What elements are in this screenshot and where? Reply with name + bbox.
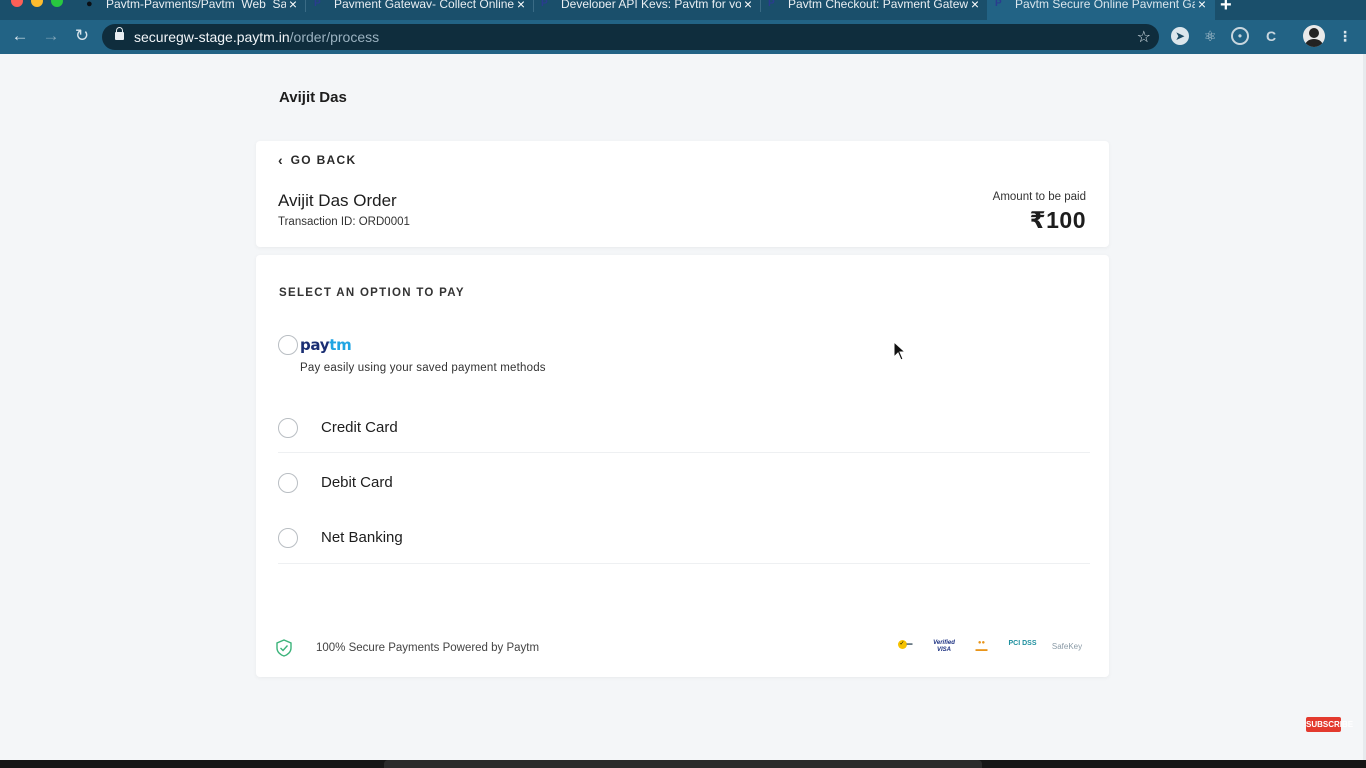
- net-banking-label: Net Banking: [321, 529, 403, 546]
- dock-shelf: [384, 760, 982, 768]
- payment-option-paytm[interactable]: [278, 335, 1090, 387]
- secure-payments-text: 100% Secure Payments Powered by Paytm: [316, 642, 540, 654]
- tab-title: Developer API Keys: Paytm for you: [561, 0, 741, 8]
- tab-title: Paytm Checkout: Payment Gateway: [788, 0, 968, 8]
- secure-shield-icon: [276, 639, 292, 657]
- back-arrow-icon[interactable]: ←: [9, 25, 31, 47]
- payment-options-heading: SELECT AN OPTION TO PAY: [279, 287, 465, 299]
- norton-badge-icon: ✓ ▬: [897, 640, 913, 649]
- url-text[interactable]: securegw-stage.paytm.in/order/process: [134, 29, 379, 45]
- payment-option-debit-card[interactable]: Debit Card: [278, 472, 1090, 504]
- minimize-window-button[interactable]: [31, 0, 43, 7]
- reload-icon[interactable]: ↻: [71, 25, 93, 47]
- amount-value: ₹100: [1029, 207, 1086, 233]
- merchant-name: Avijit Das: [279, 89, 347, 106]
- paytm-icon: P: [995, 0, 1002, 9]
- close-tab-icon[interactable]: ×: [968, 0, 982, 11]
- debit-card-radio[interactable]: [278, 473, 298, 493]
- lock-icon: [115, 27, 124, 40]
- bookmark-star-icon[interactable]: ☆: [1137, 27, 1151, 47]
- browser-tab-active[interactable]: P Paytm Secure Online Payment Gateway ×: [987, 0, 1215, 20]
- avatar[interactable]: [1303, 25, 1325, 47]
- mouse-cursor-icon: [893, 341, 907, 361]
- transaction-id: Transaction ID: ORD0001: [278, 216, 410, 228]
- payment-option-credit-card[interactable]: Credit Card: [278, 417, 1090, 449]
- net-banking-radio[interactable]: [278, 528, 298, 548]
- circle-icon[interactable]: •: [1231, 27, 1249, 45]
- os-dock: [0, 760, 1366, 768]
- forward-arrow-icon[interactable]: →: [40, 25, 62, 47]
- option-divider: [278, 563, 1090, 564]
- order-title: Avijit Das Order: [278, 191, 397, 210]
- chevron-left-icon: ‹: [278, 152, 283, 168]
- close-window-button[interactable]: [11, 0, 23, 7]
- option-divider: [278, 452, 1090, 453]
- browser-tab[interactable]: P Developer API Keys: Paytm for you ×: [533, 0, 761, 20]
- amount-label: Amount to be paid: [992, 191, 1086, 203]
- mastercard-securecode-icon: ●● ▬▬: [975, 640, 988, 653]
- credit-card-radio[interactable]: [278, 418, 298, 438]
- close-tab-icon[interactable]: ×: [741, 0, 755, 11]
- verified-by-visa-icon: Verified VISA: [933, 640, 955, 653]
- browser-tab[interactable]: P Paytm Checkout: Payment Gateway ×: [760, 0, 988, 20]
- browser-tab[interactable]: ● Paytm-Payments/Paytm_Web_Sample_Kit ×: [78, 0, 306, 20]
- paytm-description: Pay easily using your saved payment meth…: [300, 362, 546, 374]
- go-back-label: GO BACK: [290, 153, 357, 167]
- close-tab-icon[interactable]: ×: [1195, 0, 1209, 11]
- paytm-radio[interactable]: [278, 335, 298, 355]
- payment-options-card: SELECT AN OPTION TO PAY paytm Pay easily…: [256, 255, 1109, 677]
- close-tab-icon[interactable]: ×: [286, 0, 300, 11]
- paytm-icon: P: [768, 0, 775, 9]
- new-tab-button[interactable]: +: [1220, 0, 1232, 17]
- url-host: securegw-stage.paytm.in: [134, 29, 290, 45]
- debit-card-label: Debit Card: [321, 474, 393, 491]
- compass-icon[interactable]: ➤: [1171, 27, 1189, 45]
- code-icon[interactable]: C: [1262, 27, 1280, 45]
- paytm-icon: P: [314, 0, 321, 9]
- maximize-window-button[interactable]: [51, 0, 63, 7]
- url-path: /order/process: [289, 29, 380, 45]
- browser-tab-strip: ● Paytm-Payments/Paytm_Web_Sample_Kit × …: [0, 0, 1366, 20]
- credit-card-label: Credit Card: [321, 419, 398, 436]
- go-back-link[interactable]: ‹ GO BACK: [278, 152, 356, 168]
- tab-title: Paytm-Payments/Paytm_Web_Sample_Kit: [106, 0, 286, 8]
- react-icon[interactable]: ⚛: [1201, 27, 1219, 45]
- address-bar[interactable]: securegw-stage.paytm.in/order/process ☆: [102, 24, 1159, 50]
- more-menu-icon[interactable]: ⋮: [1338, 27, 1352, 45]
- subscribe-button[interactable]: SUBSCRIBE: [1306, 717, 1353, 732]
- tab-title: Paytm Secure Online Payment Gateway: [1015, 0, 1195, 8]
- payment-option-net-banking[interactable]: Net Banking: [278, 528, 1090, 560]
- paytm-icon: P: [541, 0, 548, 9]
- tab-title: Payment Gateway- Collect Online Payments: [334, 0, 514, 8]
- pci-dss-icon: PCI DSS: [1008, 640, 1037, 647]
- safekey-icon: SafeKey: [1051, 642, 1083, 651]
- browser-toolbar: ← → ↻ securegw-stage.paytm.in/order/proc…: [0, 20, 1366, 54]
- paytm-logo: paytm: [300, 336, 352, 354]
- github-icon: ●: [86, 0, 93, 10]
- close-tab-icon[interactable]: ×: [514, 0, 528, 11]
- browser-tab[interactable]: P Payment Gateway- Collect Online Paymen…: [306, 0, 534, 20]
- order-summary-card: ‹ GO BACK Avijit Das Order Transaction I…: [256, 141, 1109, 247]
